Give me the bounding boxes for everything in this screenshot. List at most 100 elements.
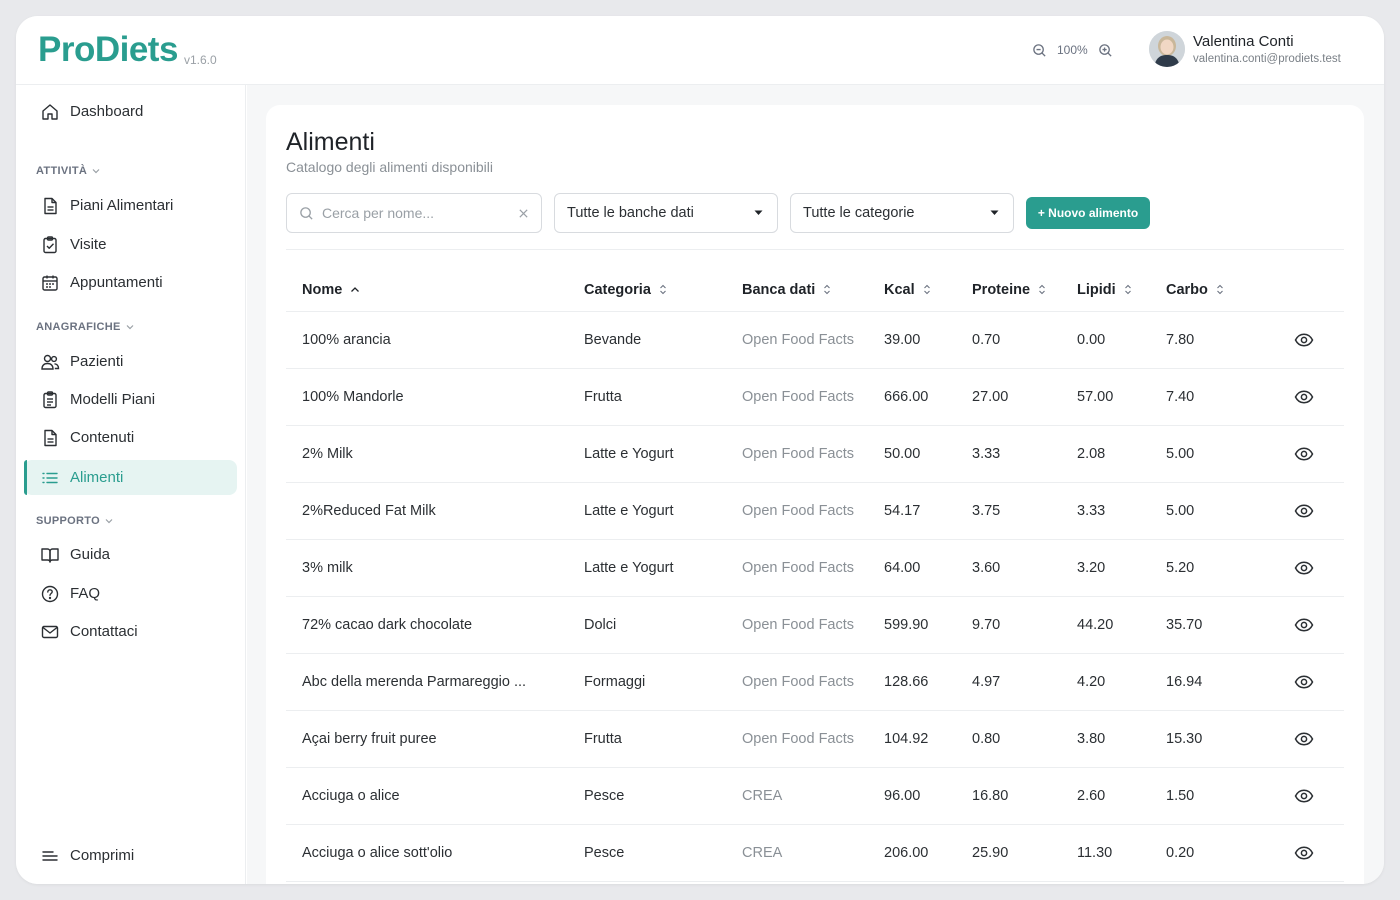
cell-kcal: 206.00 bbox=[884, 845, 929, 861]
search-icon bbox=[300, 206, 313, 220]
cell-kcal: 599.90 bbox=[884, 617, 929, 633]
table-row[interactable]: 2% Milk Latte e Yogurt Open Food Facts 50.0… bbox=[286, 426, 1344, 483]
sidebar-item-pazienti[interactable]: Pazienti bbox=[24, 344, 237, 379]
divider bbox=[286, 249, 1344, 250]
sidebar-item-label: Piani Alimentari bbox=[70, 197, 174, 214]
cell-proteine: 27.00 bbox=[972, 389, 1009, 405]
sidebar-item-modelli-piani[interactable]: Modelli Piani bbox=[24, 382, 237, 417]
zoom-level: 100% bbox=[1057, 43, 1088, 57]
avatar[interactable] bbox=[1149, 31, 1185, 67]
column-header-label: Categoria bbox=[584, 281, 651, 298]
clipboard-check-icon bbox=[43, 235, 57, 253]
table-body: 100% arancia Bevande Open Food Facts 39.00 0… bbox=[286, 312, 1344, 882]
table-row[interactable]: 100% arancia Bevande Open Food Facts 39.00 0… bbox=[286, 312, 1344, 369]
sort-icon bbox=[923, 284, 930, 295]
sidebar-item-appuntamenti[interactable]: Appuntamenti bbox=[24, 265, 237, 300]
cell-kcal: 39.00 bbox=[884, 332, 921, 348]
cell-lipidi: 57.00 bbox=[1077, 389, 1114, 405]
sidebar-item-label: Contattaci bbox=[70, 623, 138, 640]
app-logo[interactable]: ProDiets bbox=[38, 30, 178, 70]
cell-carbo: 5.20 bbox=[1166, 560, 1195, 576]
database-select[interactable]: Tutte le banche dati bbox=[554, 193, 778, 233]
table-row[interactable]: Acciuga o alice sott'olio Pesce CREA 206.00… bbox=[286, 825, 1344, 882]
cell-banca-dati: CREA bbox=[742, 845, 783, 861]
eye-icon[interactable] bbox=[1294, 615, 1314, 640]
cell-categoria: Frutta bbox=[584, 731, 622, 747]
eye-icon[interactable] bbox=[1294, 729, 1314, 754]
cell-categoria: Dolci bbox=[584, 617, 617, 633]
clear-icon[interactable] bbox=[518, 208, 529, 219]
eye-icon[interactable] bbox=[1294, 843, 1314, 868]
sidebar-item-contenuti[interactable]: Contenuti bbox=[24, 420, 237, 455]
cell-nome: Acciuga o alice bbox=[302, 788, 400, 804]
column-header-kcal[interactable]: Kcal bbox=[884, 267, 931, 312]
cell-kcal: 666.00 bbox=[884, 389, 929, 405]
sidebar-item-contattaci[interactable]: Contattaci bbox=[24, 614, 237, 649]
chevron-down-icon bbox=[92, 169, 100, 174]
column-header-categoria[interactable]: Categoria bbox=[584, 267, 667, 312]
sidebar-item-label: Contenuti bbox=[70, 429, 135, 446]
cell-carbo: 0.20 bbox=[1166, 845, 1195, 861]
eye-icon[interactable] bbox=[1294, 672, 1314, 697]
sidebar-item-piani-alimentari[interactable]: Piani Alimentari bbox=[24, 188, 237, 223]
chevron-down-icon bbox=[105, 519, 113, 524]
cell-categoria: Latte e Yogurt bbox=[584, 446, 674, 462]
category-select[interactable]: Tutte le categorie bbox=[790, 193, 1014, 233]
cell-carbo: 5.00 bbox=[1166, 503, 1195, 519]
table-row[interactable]: 3% milk Latte e Yogurt Open Food Facts 64.0… bbox=[286, 540, 1344, 597]
cell-banca-dati: CREA bbox=[742, 788, 783, 804]
eye-icon[interactable] bbox=[1294, 558, 1314, 583]
table-row[interactable]: Abc della merenda Parmareggio ... Formagg… bbox=[286, 654, 1344, 711]
table-row[interactable]: 72% cacao dark chocolate Dolci Open Food F… bbox=[286, 597, 1344, 654]
section-attivita[interactable]: ATTIVITÀ bbox=[36, 165, 101, 177]
sidebar-item-alimenti[interactable]: Alimenti bbox=[24, 460, 237, 495]
cell-lipidi: 4.20 bbox=[1077, 674, 1106, 690]
cell-categoria: Latte e Yogurt bbox=[584, 503, 674, 519]
main-area: Alimenti Catalogo degli alimenti disponi… bbox=[247, 85, 1384, 884]
cell-nome: 2%Reduced Fat Milk bbox=[302, 503, 436, 519]
cell-banca-dati: Open Food Facts bbox=[742, 731, 855, 747]
column-header-lipidi[interactable]: Lipidi bbox=[1077, 267, 1132, 312]
cell-nome: Acciuga o alice sott'olio bbox=[302, 845, 453, 861]
sidebar-item-label: Dashboard bbox=[70, 103, 144, 120]
cell-categoria: Pesce bbox=[584, 845, 625, 861]
sidebar-item-guida[interactable]: Guida bbox=[24, 537, 237, 572]
eye-icon[interactable] bbox=[1294, 387, 1314, 412]
cell-lipidi: 3.20 bbox=[1077, 560, 1106, 576]
column-header-nome[interactable]: Nome bbox=[302, 267, 360, 312]
database-select-value: Tutte le banche dati bbox=[567, 205, 694, 221]
mail-icon bbox=[41, 625, 59, 638]
eye-icon[interactable] bbox=[1294, 786, 1314, 811]
sort-icon bbox=[1039, 284, 1045, 295]
table-row[interactable]: Acciuga o alice Pesce CREA 96.00 16.80 2.60 1.… bbox=[286, 768, 1344, 825]
search-input[interactable] bbox=[322, 205, 510, 221]
sidebar-item-label: Guida bbox=[70, 546, 111, 563]
table-row[interactable]: 100% Mandorle Frutta Open Food Facts 666.00… bbox=[286, 369, 1344, 426]
column-header-label: Proteine bbox=[972, 281, 1031, 298]
zoom-out-icon[interactable] bbox=[1032, 43, 1047, 58]
user-name[interactable]: Valentina Conti bbox=[1193, 33, 1294, 50]
page-subtitle: Catalogo degli alimenti disponibili bbox=[286, 159, 494, 175]
table-row[interactable]: 2%Reduced Fat Milk Latte e Yogurt Open Foo… bbox=[286, 483, 1344, 540]
zoom-control: 100% bbox=[1032, 40, 1113, 60]
column-header-banca-dati[interactable]: Banca dati bbox=[742, 267, 831, 312]
sidebar-item-dashboard[interactable]: Dashboard bbox=[24, 94, 237, 129]
table-row[interactable]: Açai berry fruit puree Frutta Open Food Fa… bbox=[286, 711, 1344, 768]
list-icon bbox=[42, 472, 58, 483]
cell-categoria: Latte e Yogurt bbox=[584, 560, 674, 576]
eye-icon[interactable] bbox=[1294, 444, 1314, 469]
cell-nome: 100% Mandorle bbox=[302, 389, 404, 405]
column-header-proteine[interactable]: Proteine bbox=[972, 267, 1046, 312]
sidebar-item-visite[interactable]: Visite bbox=[24, 227, 237, 262]
column-header-label: Banca dati bbox=[742, 281, 816, 298]
column-header-carbo[interactable]: Carbo bbox=[1166, 267, 1224, 312]
new-food-button[interactable]: + Nuovo alimento bbox=[1026, 197, 1150, 229]
zoom-in-icon[interactable] bbox=[1098, 43, 1113, 58]
section-supporto[interactable]: SUPPORTO bbox=[36, 515, 114, 527]
section-anagrafiche[interactable]: ANAGRAFICHE bbox=[36, 321, 135, 333]
eye-icon[interactable] bbox=[1294, 330, 1314, 355]
sidebar-collapse-button[interactable]: Comprimi bbox=[24, 838, 237, 873]
sidebar-item-faq[interactable]: FAQ bbox=[24, 576, 237, 611]
column-header-label: Carbo bbox=[1166, 281, 1208, 298]
eye-icon[interactable] bbox=[1294, 501, 1314, 526]
